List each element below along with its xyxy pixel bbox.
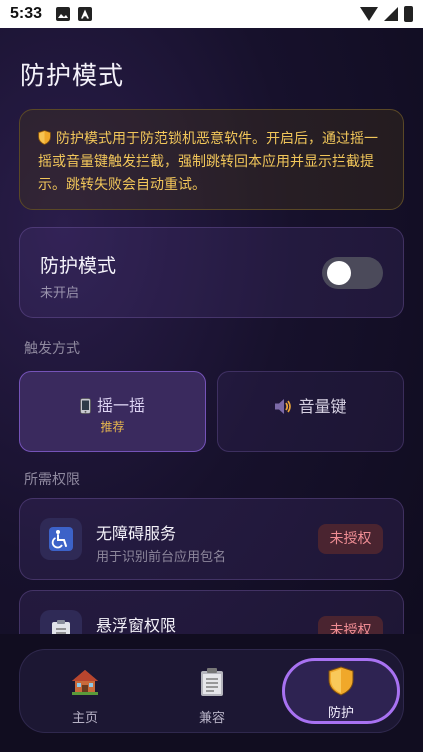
trigger-volume-option[interactable]: 音量键 xyxy=(217,371,404,452)
nav-protect[interactable]: 防护 xyxy=(282,658,400,724)
trigger-volume-label: 音量键 xyxy=(298,397,347,416)
clipboard-icon xyxy=(201,668,223,696)
status-time: 5:33 xyxy=(10,5,43,22)
nav-home[interactable]: 主页 xyxy=(25,650,145,734)
phone-icon xyxy=(80,398,91,414)
toggle-knob xyxy=(327,261,351,285)
permission-accessibility-title: 无障碍服务 xyxy=(96,524,177,543)
protection-mode-status: 未开启 xyxy=(40,286,80,301)
notice-text: 防护模式用于防范锁机恶意软件。开启后，通过摇一摇或音量键触发拦截，强制跳转回本应… xyxy=(38,131,378,193)
permission-overlay-title: 悬浮窗权限 xyxy=(96,616,177,635)
page-title: 防护模式 xyxy=(20,61,125,90)
permission-accessibility-subtitle: 用于识别前台应用包名 xyxy=(96,550,227,565)
accessibility-icon xyxy=(40,518,82,560)
permission-accessibility-card[interactable]: 无障碍服务 用于识别前台应用包名 未授权 xyxy=(19,498,404,580)
protection-mode-card: 防护模式 未开启 xyxy=(19,227,404,318)
nav-protect-label: 防护 xyxy=(327,706,354,721)
permissions-section-label: 所需权限 xyxy=(24,472,80,488)
shield-icon xyxy=(328,666,354,696)
status-indicators xyxy=(360,6,413,22)
nav-compat[interactable]: 兼容 xyxy=(152,650,272,734)
protection-mode-title: 防护模式 xyxy=(40,255,117,277)
trigger-section-label: 触发方式 xyxy=(24,341,80,357)
trigger-shake-label: 摇一摇 xyxy=(96,396,145,415)
trigger-shake-option[interactable]: 摇一摇 推荐 xyxy=(19,371,206,452)
trigger-shake-recommend-badge: 推荐 xyxy=(100,420,125,434)
shield-icon xyxy=(38,130,51,145)
permission-accessibility-status-badge[interactable]: 未授权 xyxy=(318,524,383,554)
nav-home-label: 主页 xyxy=(71,711,98,726)
status-bar: 5:33 xyxy=(0,0,423,28)
bottom-navigation: 主页 兼容 防护 xyxy=(19,649,404,733)
gallery-notification-icon xyxy=(56,7,71,21)
signal-icon xyxy=(384,7,398,21)
battery-icon xyxy=(404,6,413,22)
wifi-icon xyxy=(360,7,378,21)
protection-mode-toggle[interactable] xyxy=(322,257,383,289)
a-notification-icon xyxy=(78,7,93,21)
house-icon xyxy=(72,670,98,695)
nav-compat-label: 兼容 xyxy=(198,711,225,726)
info-notice: 防护模式用于防范锁机恶意软件。开启后，通过摇一摇或音量键触发拦截，强制跳转回本应… xyxy=(19,109,404,210)
speaker-icon xyxy=(275,399,292,414)
